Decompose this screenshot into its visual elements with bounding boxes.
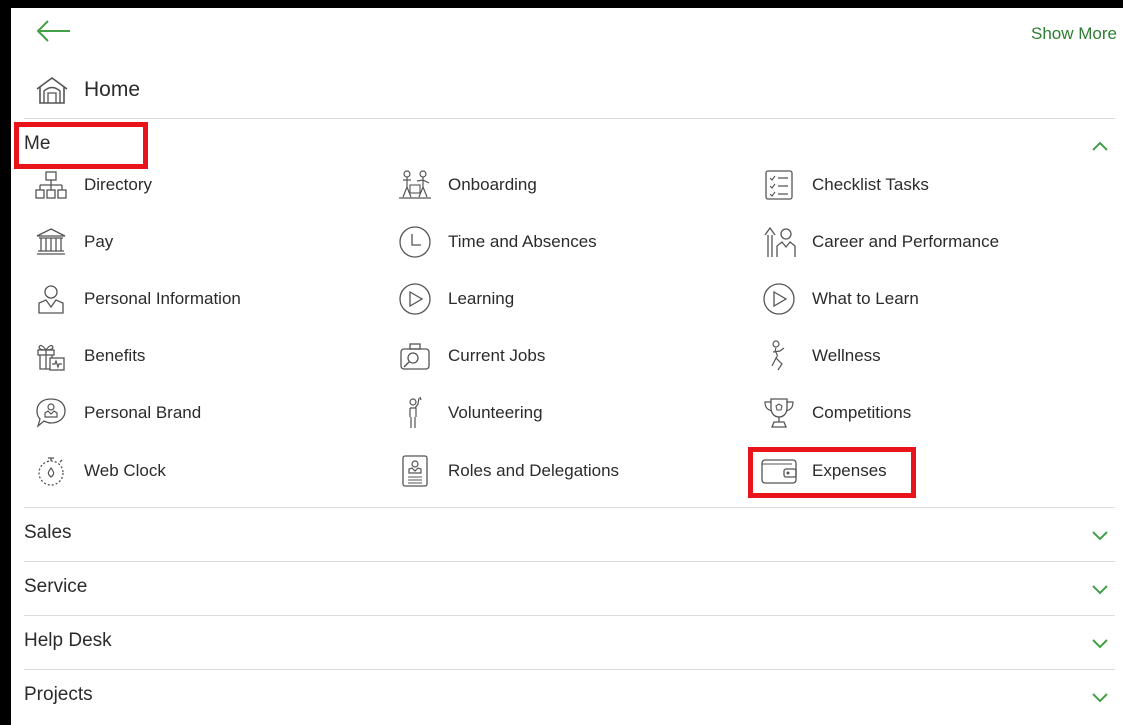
chat-person-icon [32,394,70,432]
section-title-sales: Sales [24,522,72,543]
divider [24,118,1115,119]
menu-item-label: Roles and Delegations [448,461,620,480]
chevron-down-icon[interactable] [1091,637,1109,649]
menu-item-label: Wellness [812,346,881,365]
menu-item-label: Volunteering [448,403,543,422]
bank-icon [32,223,70,261]
menu-item-web-clock[interactable]: Web Clock [32,451,166,491]
menu-item-label: Directory [84,175,153,194]
menu-item-onboarding[interactable]: Onboarding [396,165,537,205]
checklist-icon [760,166,798,204]
menu-item-learning[interactable]: Learning [396,279,514,319]
chevron-down-icon[interactable] [1091,529,1109,541]
section-service[interactable]: Service [24,562,1115,614]
menu-item-label: Competitions [812,403,912,422]
menu-item-label: Personal Brand [84,403,202,422]
menu-item-label: Career and Performance [812,232,1000,251]
menu-item-label: Onboarding [448,175,537,194]
menu-item-volunteering[interactable]: Volunteering [396,393,543,433]
career-icon [760,223,798,261]
menu-item-wellness[interactable]: Wellness [760,336,881,376]
home-link[interactable]: Home [34,70,140,110]
org-chart-icon [32,166,70,204]
menu-item-pay[interactable]: Pay [32,222,113,262]
arrow-left-icon [36,20,70,42]
chevron-down-icon[interactable] [1091,583,1109,595]
menu-item-label: Personal Information [84,289,241,308]
home-icon [36,77,68,104]
menu-item-label: What to Learn [812,289,919,308]
menu-item-what-to-learn[interactable]: What to Learn [760,279,919,319]
person-icon [32,280,70,318]
show-more-link[interactable]: Show More [1031,24,1117,44]
play-circle-icon [396,280,434,318]
home-label: Home [84,78,141,101]
menu-item-personal-information[interactable]: Personal Information [32,279,241,319]
section-title-projects: Projects [24,684,93,705]
menu-item-label: Pay [84,232,114,251]
section-help-desk[interactable]: Help Desk [24,616,1115,668]
wellness-icon [760,337,798,375]
play-circle-icon [760,280,798,318]
menu-item-current-jobs[interactable]: Current Jobs [396,336,545,376]
section-title-service: Service [24,576,88,597]
volunteer-icon [396,394,434,432]
id-badge-icon [396,452,434,490]
menu-item-label: Current Jobs [448,346,546,365]
trophy-icon [760,394,798,432]
highlight-box-expenses [748,447,916,498]
menu-item-label: Learning [448,289,515,308]
menu-item-career-and-performance[interactable]: Career and Performance [760,222,999,262]
onboarding-icon [396,166,434,204]
section-projects[interactable]: Projects [24,670,1115,722]
gift-icon [32,337,70,375]
chevron-up-icon[interactable] [1091,140,1109,152]
menu-item-checklist-tasks[interactable]: Checklist Tasks [760,165,929,205]
menu-item-competitions[interactable]: Competitions [760,393,911,433]
section-sales[interactable]: Sales [24,508,1115,560]
menu-item-roles-and-delegations[interactable]: Roles and Delegations [396,451,619,491]
menu-item-label: Checklist Tasks [812,175,929,194]
menu-item-label: Time and Absences [448,232,597,251]
clock-icon [396,223,434,261]
highlight-box-me [14,122,148,169]
stopwatch-icon [32,452,70,490]
menu-item-time-and-absences[interactable]: Time and Absences [396,222,597,262]
menu-item-personal-brand[interactable]: Personal Brand [32,393,201,433]
chevron-down-icon[interactable] [1091,691,1109,703]
menu-item-label: Web Clock [84,461,166,480]
jobs-icon [396,337,434,375]
menu-item-label: Benefits [84,346,146,365]
menu-item-directory[interactable]: Directory [32,165,152,205]
section-title-help-desk: Help Desk [24,630,112,651]
back-button[interactable] [36,18,76,48]
menu-item-benefits[interactable]: Benefits [32,336,145,376]
